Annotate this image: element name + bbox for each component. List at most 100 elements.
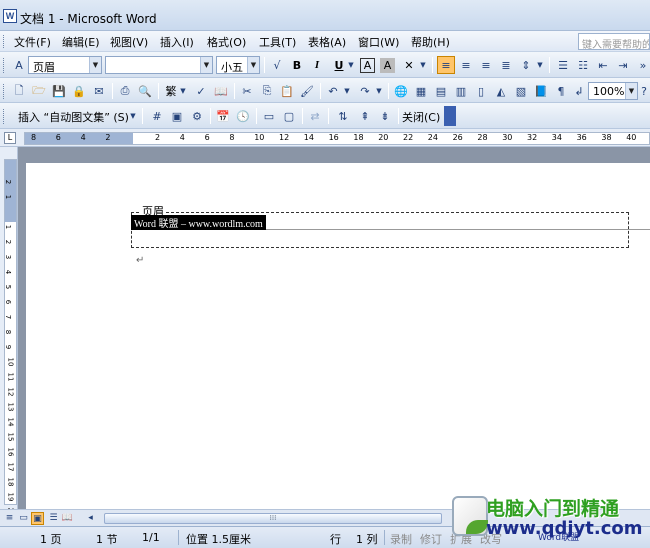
insert-time-icon[interactable]: 🕓 (234, 107, 252, 125)
open-folder-icon[interactable]: 🗁 (30, 82, 48, 100)
vertical-ruler-tick-label: 1 (4, 194, 13, 200)
status-track-changes[interactable]: 修订 (420, 531, 442, 547)
insert-table-icon[interactable]: ▤ (432, 82, 450, 100)
print-preview-icon[interactable]: 🔍 (136, 82, 154, 100)
document-page[interactable]: 页眉 Word 联盟 – www.wordlm.com ↵ (26, 163, 650, 509)
outline-view-icon[interactable]: ☰ (47, 512, 60, 525)
increase-indent-icon[interactable]: ⇥ (614, 56, 632, 74)
align-right-button[interactable]: ≡ (477, 56, 495, 74)
toolbar-grip-handle[interactable] (3, 109, 6, 124)
redo-icon[interactable]: ↷ (356, 82, 374, 100)
font-select[interactable]: ▼ (105, 56, 213, 74)
menu-help[interactable]: 帮助(H) (411, 34, 450, 50)
page-setup-icon[interactable]: ▭ (260, 107, 278, 125)
bold-button[interactable]: B (288, 56, 306, 74)
document-map-icon[interactable]: ▧ (512, 82, 530, 100)
redo-dropdown-icon[interactable]: ▼ (374, 82, 384, 100)
styles-formatting-icon[interactable]: A (10, 56, 28, 74)
menu-insert[interactable]: 插入(I) (160, 34, 194, 50)
menu-window[interactable]: 窗口(W) (358, 34, 399, 50)
reading-layout-icon[interactable]: 📖 (61, 512, 74, 525)
menu-tools[interactable]: 工具(T) (259, 34, 296, 50)
help-search-input[interactable]: 键入需要帮助的问题 (578, 33, 650, 50)
menu-table[interactable]: 表格(A) (308, 34, 346, 50)
vertical-ruler-strip[interactable]: 211234567891011121314151617181920 (4, 159, 17, 516)
menu-format[interactable]: 格式(O) (207, 34, 246, 50)
line-spacing-icon[interactable]: ⇕ (517, 56, 535, 74)
toolbar-options-icon[interactable]: » (634, 56, 650, 74)
new-document-icon[interactable]: 🗋 (10, 82, 28, 100)
document-area[interactable]: 页眉 Word 联盟 – www.wordlm.com ↵ (18, 147, 650, 509)
line-spacing-dropdown-icon[interactable]: ▼ (535, 56, 545, 74)
zoom-select[interactable]: 100% ▼ (588, 82, 638, 100)
menu-edit[interactable]: 编辑(E) (62, 34, 100, 50)
show-next-icon[interactable]: ⇟ (376, 107, 394, 125)
insert-page-number-icon[interactable]: # (148, 107, 166, 125)
web-layout-icon[interactable]: ▭ (17, 512, 30, 525)
cut-icon[interactable]: ✂ (238, 82, 256, 100)
undo-icon[interactable]: ↶ (324, 82, 342, 100)
format-page-number-icon[interactable]: ⚙ (188, 107, 206, 125)
scaling-dropdown-icon[interactable]: ▼ (418, 56, 428, 74)
undo-dropdown-icon[interactable]: ▼ (342, 82, 352, 100)
scroll-left-icon[interactable]: ◂ (84, 512, 97, 525)
toolbar-grip-handle[interactable] (3, 84, 6, 99)
bullets-icon[interactable]: ☷ (574, 56, 592, 74)
justify-button[interactable]: ≣ (497, 56, 515, 74)
insert-date-icon[interactable]: 📅 (214, 107, 232, 125)
toolbar-options-handle[interactable] (444, 106, 456, 126)
character-scaling-icon[interactable]: ✕ (400, 56, 418, 74)
show-hide-icon[interactable]: ¶ (552, 82, 570, 100)
style-select[interactable]: 页眉 ▼ (28, 56, 102, 74)
ruler-strip[interactable]: 8 6 4 2 2 4 6 8 10 12 14 16 18 20 22 24 26 28 30 32 34 36 38 40 (24, 132, 650, 145)
header-text[interactable]: Word 联盟 – www.wordlm.com (131, 215, 266, 230)
character-shading-button[interactable]: A (380, 58, 395, 73)
horizontal-scroll-thumb[interactable]: ⁞⁞⁞ (104, 513, 442, 524)
print-icon[interactable]: ⎙ (116, 82, 134, 100)
tab-selector[interactable]: L (4, 132, 16, 144)
email-icon[interactable]: ✉ (90, 82, 108, 100)
italic-button[interactable]: I (308, 56, 326, 74)
status-record[interactable]: 录制 (390, 531, 412, 547)
paragraph-marks-icon[interactable]: ↲ (570, 82, 588, 100)
vertical-ruler-tick-label: 4 (4, 269, 13, 275)
format-painter-icon[interactable]: 🖌 (298, 82, 316, 100)
normal-view-icon[interactable]: ≡ (3, 512, 16, 525)
convert-dropdown-icon[interactable]: ▼ (178, 82, 188, 100)
print-layout-icon[interactable]: ▣ (31, 512, 44, 525)
decrease-indent-icon[interactable]: ⇤ (594, 56, 612, 74)
autotext-dropdown-icon[interactable]: ▼ (128, 107, 138, 125)
insert-autotext-button[interactable]: 插入 “自动图文集” (S) (18, 109, 129, 125)
numbering-icon[interactable]: ☰ (554, 56, 572, 74)
save-icon[interactable]: 💾 (50, 82, 68, 100)
menu-file[interactable]: 文件(F) (14, 34, 51, 50)
read-icon[interactable]: 📘 (532, 82, 550, 100)
menu-grip-handle[interactable] (3, 35, 6, 48)
insert-number-of-pages-icon[interactable]: ▣ (168, 107, 186, 125)
research-icon[interactable]: 📖 (212, 82, 230, 100)
align-center-button[interactable]: ≡ (457, 56, 475, 74)
character-border-button[interactable]: A (360, 58, 375, 73)
spelling-grammar-icon[interactable]: ✓ (192, 82, 210, 100)
paste-icon[interactable]: 📋 (278, 82, 296, 100)
menu-view[interactable]: 视图(V) (110, 34, 148, 50)
show-previous-icon[interactable]: ⇞ (356, 107, 374, 125)
phonetic-guide-icon[interactable]: √ (268, 56, 286, 74)
switch-header-footer-icon[interactable]: ⇅ (334, 107, 352, 125)
drawing-icon[interactable]: ◭ (492, 82, 510, 100)
hyperlink-icon[interactable]: 🌐 (392, 82, 410, 100)
help-icon[interactable]: ? (638, 82, 650, 100)
copy-icon[interactable]: ⎘ (258, 82, 276, 100)
tables-borders-icon[interactable]: ▦ (412, 82, 430, 100)
toolbar-grip-handle[interactable] (3, 58, 6, 73)
font-size-select[interactable]: 小五 ▼ (216, 56, 260, 74)
align-left-button[interactable]: ≡ (437, 56, 455, 74)
show-hide-document-text-icon[interactable]: ▢ (280, 107, 298, 125)
permission-icon[interactable]: 🔒 (70, 82, 88, 100)
insert-excel-icon[interactable]: ▥ (452, 82, 470, 100)
underline-dropdown-icon[interactable]: ▼ (346, 56, 356, 74)
same-as-previous-icon[interactable]: ⇄ (306, 107, 324, 125)
close-header-footer-button[interactable]: 关闭(C) (402, 109, 440, 125)
word-app-icon[interactable]: W (3, 9, 17, 23)
columns-icon[interactable]: ▯ (472, 82, 490, 100)
